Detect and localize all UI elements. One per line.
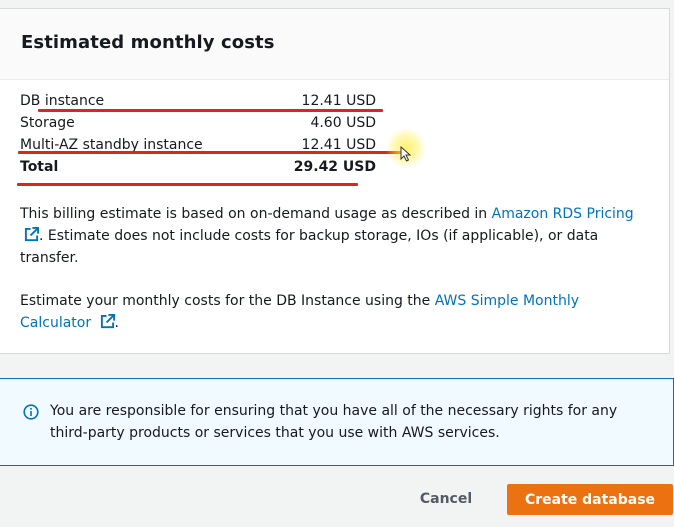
mouse-cursor-icon	[400, 146, 412, 162]
calculator-note-text: Estimate your monthly costs for the DB I…	[20, 293, 435, 309]
external-link-icon[interactable]	[100, 314, 115, 329]
annotation-underline	[17, 183, 358, 186]
cost-row-storage: Storage 4.60 USD	[20, 115, 376, 135]
amazon-rds-pricing-link[interactable]: Amazon RDS Pricing	[492, 206, 634, 222]
annotation-underline	[38, 109, 383, 112]
calculator-note-text-end: .	[114, 315, 119, 331]
external-link-icon[interactable]	[24, 227, 39, 242]
create-database-button[interactable]: Create database	[507, 484, 673, 515]
calculator-note: Estimate your monthly costs for the DB I…	[20, 290, 645, 334]
info-text: You are responsible for ensuring that yo…	[50, 403, 618, 441]
billing-note-text: This billing estimate is based on on-dem…	[20, 206, 492, 222]
info-icon	[23, 404, 39, 420]
cost-label: Storage	[20, 115, 75, 131]
cost-value: 29.42 USD	[293, 159, 376, 175]
cost-value: 12.41 USD	[301, 93, 376, 109]
cost-value: 4.60 USD	[310, 115, 376, 131]
panel-title: Estimated monthly costs	[21, 32, 275, 53]
panel-header: Estimated monthly costs	[0, 9, 669, 80]
cost-label: DB instance	[20, 93, 105, 109]
cost-row-total: Total 29.42 USD	[20, 159, 376, 179]
cost-label: Total	[20, 159, 59, 175]
rights-info-alert: You are responsible for ensuring that yo…	[0, 378, 674, 466]
cost-row-multi-az: Multi-AZ standby instance 12.41 USD	[20, 137, 376, 157]
billing-note: This billing estimate is based on on-dem…	[20, 203, 645, 269]
billing-note-text-end: . Estimate does not include costs for ba…	[20, 228, 599, 266]
cancel-button[interactable]: Cancel	[410, 485, 482, 513]
annotation-underline	[18, 151, 406, 154]
estimated-costs-panel: Estimated monthly costs DB instance 12.4…	[0, 8, 670, 354]
